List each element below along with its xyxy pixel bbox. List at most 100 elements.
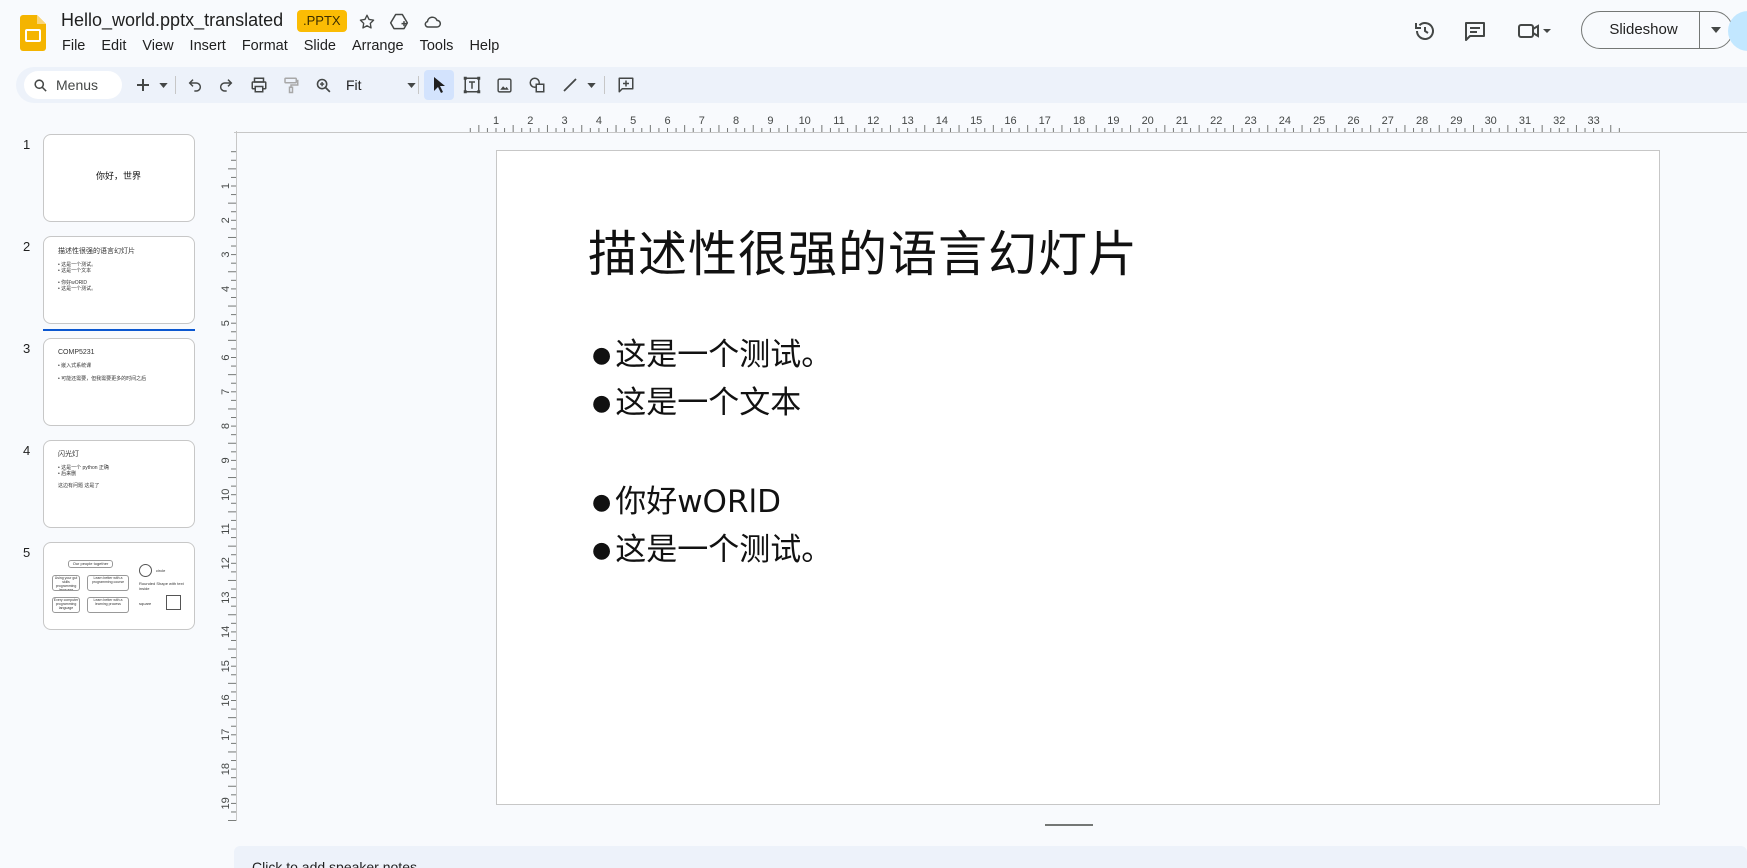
selected-slide-indicator — [43, 329, 195, 331]
shape-icon[interactable] — [523, 72, 551, 98]
ruler-label: 26 — [1347, 115, 1359, 127]
ruler-label: 16 — [1004, 115, 1016, 127]
menu-edit[interactable]: Edit — [93, 36, 134, 56]
bullet-item[interactable]: ● 这是一个测试。 — [592, 524, 832, 569]
ruler-label: 32 — [1553, 115, 1565, 127]
slide-number: 3 — [23, 341, 31, 356]
ruler-label: 11 — [220, 523, 232, 534]
bullet-item[interactable]: ● 你好wORlD — [592, 476, 781, 521]
bullet-dot-icon: ● — [592, 343, 612, 368]
menu-arrange[interactable]: Arrange — [344, 36, 412, 56]
ruler-label: 10 — [220, 489, 232, 501]
document-title[interactable]: Hello_world.pptx_translated — [61, 10, 283, 31]
thumb-line: • 这是一个文本 — [58, 268, 92, 274]
slide-number: 1 — [23, 137, 31, 152]
ruler-label: 4 — [596, 115, 602, 127]
menu-file[interactable]: File — [54, 36, 93, 56]
version-history-icon[interactable] — [1410, 16, 1440, 46]
slide-thumbnail-4[interactable]: 闪光灯 • 这是一个 python 正确 • 后来删 这边有问题 这是了 — [43, 440, 195, 528]
ruler-label: 25 — [1313, 115, 1325, 127]
thumb-line: • 这是一个测试。 — [58, 286, 97, 292]
select-cursor-icon[interactable] — [424, 70, 454, 100]
vertical-ruler[interactable]: 12345678910111213141516171819 — [218, 131, 238, 821]
file-type-badge: .PPTX — [297, 10, 347, 32]
cloud-saved-icon[interactable] — [420, 10, 444, 34]
ruler-label: 33 — [1587, 115, 1599, 127]
ruler-label: 28 — [1416, 115, 1428, 127]
line-type-chevron-icon[interactable] — [584, 72, 598, 98]
slides-logo-icon[interactable] — [20, 15, 46, 51]
line-icon[interactable] — [556, 72, 584, 98]
add-comment-icon[interactable] — [612, 72, 640, 98]
bullet-dot-icon: ● — [592, 490, 612, 515]
print-icon[interactable] — [246, 72, 272, 98]
ruler-label: 22 — [1210, 115, 1222, 127]
speaker-notes-placeholder[interactable]: Click to add speaker notes — [252, 859, 417, 868]
ruler-label: 12 — [867, 115, 879, 127]
ruler-label: 24 — [1279, 115, 1291, 127]
toolbar: Menus Fit — [16, 67, 1747, 103]
slide-thumbnail-5[interactable]: Our people together Using your gut skill… — [43, 542, 195, 630]
bullet-text: 这是一个文本 — [615, 385, 802, 421]
bullet-text: 你好wORlD — [615, 484, 781, 520]
ruler-label: 17 — [220, 729, 232, 741]
new-slide-layout-chevron-icon[interactable] — [156, 72, 170, 98]
ruler-label: 13 — [901, 115, 913, 127]
horizontal-ruler[interactable]: 1 2 3 4 5 6 7 8 9 10 11 12 13 14 15 16 17 18 19 20 21 22 23 24 2… — [234, 113, 1747, 133]
menus-search[interactable]: Menus — [24, 71, 122, 99]
toolbar-divider — [418, 76, 419, 94]
bullet-item[interactable]: ● 这是一个测试。 — [592, 329, 832, 374]
ruler-label: 30 — [1485, 115, 1497, 127]
ruler-label: 23 — [1244, 115, 1256, 127]
diagram-node: Learn better with a programming course — [87, 575, 129, 591]
menu-bar: File Edit View Insert Format Slide Arran… — [54, 36, 507, 56]
meet-camera-icon[interactable] — [1514, 16, 1554, 46]
ruler-label: 19 — [1107, 115, 1119, 127]
ruler-label: 8 — [220, 423, 232, 429]
menu-help[interactable]: Help — [461, 36, 507, 56]
ruler-label: 9 — [767, 115, 773, 127]
zoom-icon[interactable] — [310, 72, 336, 98]
thumb-line: • 嵌入式系统课 — [58, 363, 92, 369]
new-slide-plus-icon[interactable] — [132, 72, 154, 98]
slideshow-button[interactable]: Slideshow — [1581, 11, 1733, 49]
thumb-title: 闪光灯 — [58, 451, 79, 458]
ruler-label: 9 — [220, 457, 232, 463]
slide-thumbnail-3[interactable]: COMP5231 • 嵌入式系统课 • 可能还需要，但我需要更多的时间之后 — [43, 338, 195, 426]
bullet-item[interactable]: ● 这是一个文本 — [592, 377, 801, 422]
comments-icon[interactable] — [1460, 16, 1490, 46]
ruler-label: 29 — [1450, 115, 1462, 127]
menu-view[interactable]: View — [134, 36, 181, 56]
ruler-label: 18 — [1073, 115, 1085, 127]
slide-thumbnail-2[interactable]: 描述性很强的语言幻灯片 • 这是一个测试。 • 这是一个文本 • 你好wORlD… — [43, 236, 195, 324]
zoom-value: Fit — [346, 77, 362, 93]
undo-icon[interactable] — [182, 72, 208, 98]
text-box-icon[interactable] — [458, 72, 486, 98]
menu-format[interactable]: Format — [234, 36, 296, 56]
thumb-title: 你好，世界 — [96, 171, 142, 181]
ruler-label: 7 — [220, 389, 232, 395]
slideshow-label[interactable]: Slideshow — [1582, 12, 1700, 48]
ruler-label: 3 — [562, 115, 568, 127]
zoom-select[interactable]: Fit — [342, 72, 424, 98]
slide-thumbnail-1[interactable]: 你好，世界 — [43, 134, 195, 222]
ruler-label: 14 — [936, 115, 948, 127]
bullet-text: 这是一个测试。 — [615, 532, 833, 568]
insert-image-icon[interactable] — [490, 72, 518, 98]
ruler-label: 6 — [664, 115, 670, 127]
notes-resize-handle[interactable] — [1045, 824, 1093, 826]
move-to-drive-icon[interactable] — [387, 10, 411, 34]
menu-insert[interactable]: Insert — [182, 36, 234, 56]
slide-canvas[interactable]: 描述性很强的语言幻灯片 ● 这是一个测试。 ● 这是一个文本 ● 你好wORlD ● 这… — [496, 150, 1660, 805]
paint-format-icon[interactable] — [278, 72, 304, 98]
redo-icon[interactable] — [213, 72, 239, 98]
star-icon[interactable] — [355, 10, 379, 34]
slide-title[interactable]: 描述性很强的语言幻灯片 — [588, 215, 1138, 286]
menu-slide[interactable]: Slide — [296, 36, 344, 56]
menu-tools[interactable]: Tools — [412, 36, 462, 56]
ruler-label: 3 — [220, 252, 232, 258]
thumb-title: 描述性很强的语言幻灯片 — [58, 248, 135, 255]
speaker-notes-panel[interactable]: Click to add speaker notes — [234, 846, 1747, 868]
ruler-label: 18 — [220, 763, 232, 775]
slide-number: 4 — [23, 443, 31, 458]
